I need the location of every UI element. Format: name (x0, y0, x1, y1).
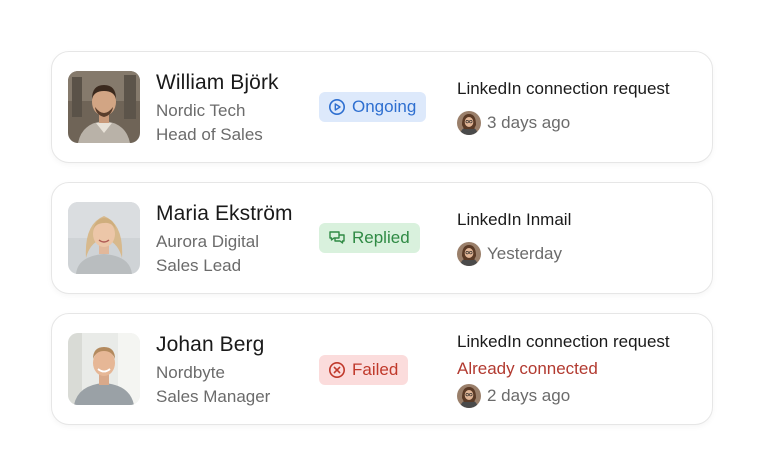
status-badge: Ongoing (319, 92, 427, 122)
sender-avatar (457, 384, 481, 408)
prospect-name[interactable]: William Björk (156, 71, 279, 95)
prospect-name[interactable]: Maria Ekström (156, 202, 293, 226)
prospect-card[interactable]: Johan Berg Nordbyte Sales Manager Failed… (51, 313, 713, 425)
prospect-company: Nordbyte (156, 363, 225, 382)
sender-avatar (457, 111, 481, 135)
profile-photo (68, 71, 140, 143)
activity-title: LinkedIn connection request (457, 79, 670, 98)
status-label: Replied (352, 228, 410, 247)
prospect-card[interactable]: Maria Ekström Aurora Digital Sales Lead … (51, 182, 713, 294)
status-badge: Replied (319, 223, 420, 253)
status-label: Failed (352, 360, 399, 379)
profile-photo (68, 333, 140, 405)
activity-time: 2 days ago (487, 386, 571, 405)
profile-photo (68, 202, 140, 274)
sender-info: 3 days ago (457, 111, 570, 135)
activity-title: LinkedIn connection request (457, 332, 670, 351)
sender-info: 2 days ago (457, 384, 570, 408)
prospect-company: Nordic Tech (156, 101, 246, 120)
chat-bubbles-icon (328, 229, 346, 247)
prospect-company: Aurora Digital (156, 232, 259, 251)
activity-title: LinkedIn Inmail (457, 210, 572, 229)
x-circle-icon (328, 361, 346, 379)
prospect-role: Sales Lead (156, 256, 242, 275)
sender-avatar (457, 242, 481, 266)
prospect-role: Head of Sales (156, 125, 263, 144)
activity-time: Yesterday (487, 244, 562, 263)
status-label: Ongoing (352, 97, 417, 116)
activity-time: 3 days ago (487, 113, 571, 132)
prospect-card[interactable]: William Björk Nordic Tech Head of Sales … (51, 51, 713, 163)
status-badge: Failed (319, 355, 409, 385)
error-message: Already connected (457, 359, 598, 378)
prospect-role: Sales Manager (156, 387, 271, 406)
sender-info: Yesterday (457, 242, 562, 266)
play-circle-icon (328, 98, 346, 116)
prospect-name[interactable]: Johan Berg (156, 333, 264, 357)
